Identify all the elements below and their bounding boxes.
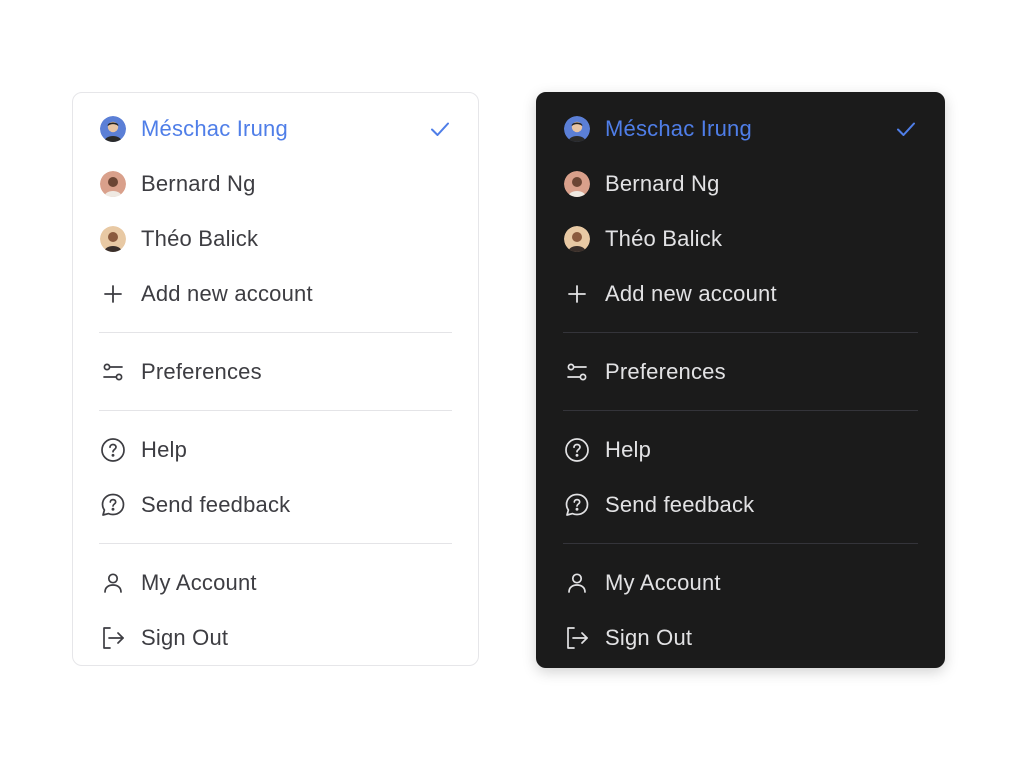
send-feedback-item[interactable]: Send feedback	[563, 477, 918, 532]
message-question-icon	[99, 491, 127, 519]
avatar	[563, 115, 591, 143]
plus-icon	[563, 280, 591, 308]
sliders-icon	[99, 358, 127, 386]
account-menu-dark: Méschac Irung Bernard Ng Théo Balick Add…	[536, 92, 945, 668]
sign-out-item[interactable]: Sign Out	[563, 610, 918, 665]
add-account-label: Add new account	[141, 280, 313, 306]
help-label: Help	[141, 436, 188, 462]
account-name: Bernard Ng	[141, 170, 256, 196]
message-question-icon	[563, 491, 591, 519]
help-label: Help	[605, 436, 652, 462]
add-account-item[interactable]: Add new account	[563, 266, 918, 321]
account-item-theo[interactable]: Théo Balick	[99, 211, 452, 266]
account-item-bernard[interactable]: Bernard Ng	[99, 156, 452, 211]
add-account-item[interactable]: Add new account	[99, 266, 452, 321]
account-name: Théo Balick	[605, 225, 723, 251]
preferences-item[interactable]: Preferences	[563, 344, 918, 399]
avatar-meschac-icon	[564, 115, 590, 142]
check-icon	[431, 122, 449, 136]
account-name: Bernard Ng	[605, 170, 720, 196]
account-item-theo[interactable]: Théo Balick	[563, 211, 918, 266]
avatar-theo-icon	[564, 225, 590, 252]
account-menu-light: Méschac Irung Bernard Ng Théo Balick Add…	[72, 92, 479, 666]
avatar-meschac-icon	[100, 115, 126, 142]
divider	[563, 332, 918, 333]
preferences-item[interactable]: Preferences	[99, 344, 452, 399]
avatar-theo-icon	[100, 225, 126, 252]
my-account-item[interactable]: My Account	[563, 555, 918, 610]
avatar	[99, 225, 127, 253]
sign-out-icon	[99, 624, 127, 652]
account-name: Théo Balick	[141, 225, 259, 251]
user-icon	[99, 569, 127, 597]
divider	[563, 410, 918, 411]
help-item[interactable]: Help	[563, 422, 918, 477]
account-name: Méschac Irung	[141, 115, 288, 141]
send-feedback-label: Send feedback	[605, 491, 755, 517]
check-icon	[897, 122, 915, 136]
divider	[563, 543, 918, 544]
sign-out-icon	[563, 624, 591, 652]
divider	[99, 332, 452, 333]
preferences-label: Preferences	[141, 358, 262, 384]
add-account-label: Add new account	[605, 280, 777, 306]
account-item-meschac[interactable]: Méschac Irung	[563, 101, 918, 156]
divider	[99, 410, 452, 411]
avatar	[563, 225, 591, 253]
account-item-bernard[interactable]: Bernard Ng	[563, 156, 918, 211]
divider	[99, 543, 452, 544]
account-name: Méschac Irung	[605, 115, 752, 141]
sliders-icon	[563, 358, 591, 386]
avatar	[99, 115, 127, 143]
my-account-label: My Account	[605, 569, 721, 595]
sign-out-item[interactable]: Sign Out	[99, 610, 452, 665]
avatar-bernard-icon	[564, 170, 590, 197]
send-feedback-item[interactable]: Send feedback	[99, 477, 452, 532]
help-item[interactable]: Help	[99, 422, 452, 477]
my-account-item[interactable]: My Account	[99, 555, 452, 610]
user-icon	[563, 569, 591, 597]
avatar-bernard-icon	[100, 170, 126, 197]
question-circle-icon	[563, 436, 591, 464]
preferences-label: Preferences	[605, 358, 726, 384]
my-account-label: My Account	[141, 569, 257, 595]
account-item-meschac[interactable]: Méschac Irung	[99, 101, 452, 156]
question-circle-icon	[99, 436, 127, 464]
sign-out-label: Sign Out	[141, 624, 229, 650]
avatar	[563, 170, 591, 198]
sign-out-label: Sign Out	[605, 624, 693, 650]
plus-icon	[99, 280, 127, 308]
send-feedback-label: Send feedback	[141, 491, 291, 517]
avatar	[99, 170, 127, 198]
stage: Méschac Irung Bernard Ng Théo Balick Add…	[0, 0, 1017, 763]
